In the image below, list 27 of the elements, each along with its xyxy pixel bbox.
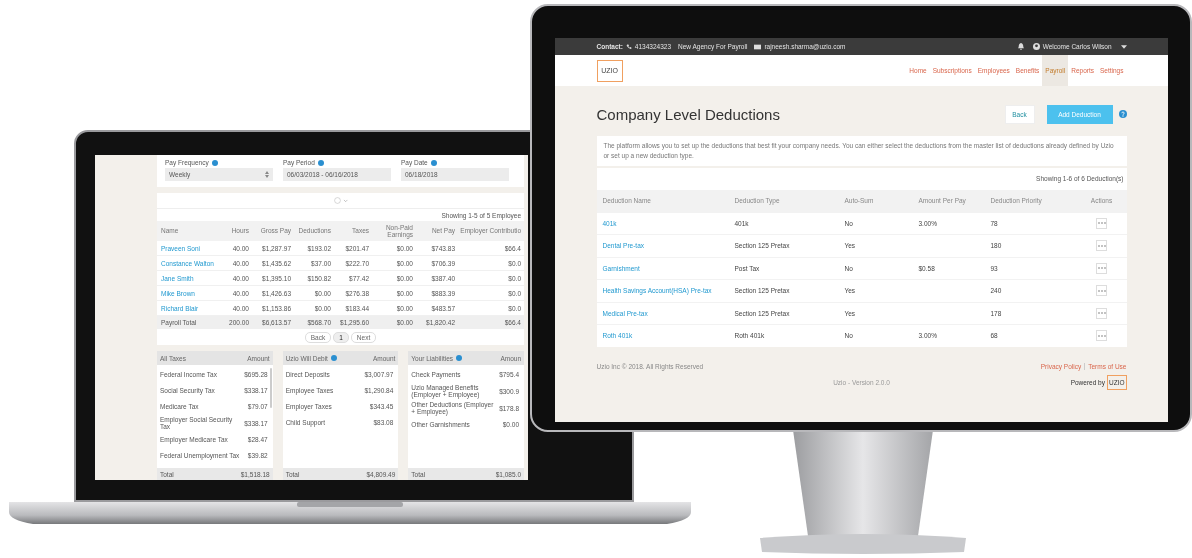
more-button[interactable]	[1096, 285, 1107, 297]
more-button[interactable]	[1096, 330, 1107, 342]
dots-icon	[1097, 312, 1106, 315]
help-icon	[330, 355, 337, 361]
more-button[interactable]	[1096, 240, 1107, 252]
dots-icon	[1097, 289, 1106, 292]
dots-icon	[1097, 334, 1106, 337]
user-icon	[1032, 43, 1040, 50]
scrollbar[interactable]	[269, 368, 272, 408]
phone-icon	[625, 43, 632, 50]
dots-icon	[1097, 267, 1106, 270]
help-icon[interactable]	[1118, 110, 1127, 118]
help-icon	[317, 159, 324, 166]
more-button[interactable]	[1096, 262, 1107, 274]
caret-icon[interactable]	[1120, 44, 1127, 49]
help-icon	[456, 355, 463, 361]
updown-icon	[265, 171, 269, 178]
dots-icon	[1097, 222, 1106, 225]
page-title: Company Level Deductions	[596, 105, 780, 123]
bell-icon[interactable]	[1017, 43, 1024, 50]
dots-icon	[1097, 244, 1106, 247]
help-icon	[430, 159, 437, 166]
loader-icon	[333, 197, 348, 204]
more-button[interactable]	[1096, 217, 1107, 229]
help-icon	[211, 159, 218, 166]
mail-icon	[754, 43, 762, 50]
more-button[interactable]	[1096, 307, 1107, 319]
